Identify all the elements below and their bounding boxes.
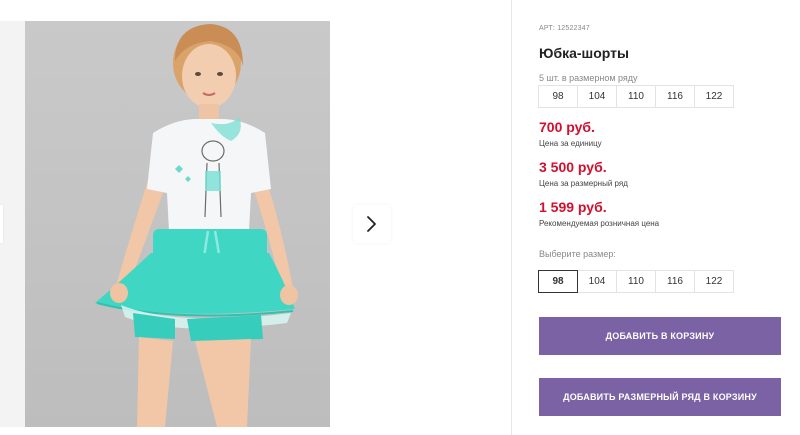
- article-number: АРТ: 12522347: [539, 25, 590, 32]
- product-gallery: [0, 0, 512, 435]
- size-option-116[interactable]: 116: [655, 270, 695, 293]
- add-pack-to-cart-button[interactable]: ДОБАВИТЬ РАЗМЕРНЫЙ РЯД В КОРЗИНУ: [539, 378, 781, 416]
- size-option-98[interactable]: 98: [538, 270, 578, 293]
- previous-image-peek: [0, 21, 25, 427]
- girl-in-skort-photo: [95, 24, 298, 427]
- retail-price: 1 599 руб.: [539, 199, 607, 215]
- size-option-104[interactable]: 104: [577, 270, 617, 293]
- pack-size-item: 98: [538, 85, 578, 108]
- size-select-label: Выберите размер:: [539, 249, 616, 259]
- product-photo: [25, 21, 330, 427]
- product-title: Юбка-шорты: [539, 45, 629, 61]
- unit-price-label: Цена за единицу: [539, 139, 602, 148]
- size-option-110[interactable]: 110: [616, 270, 656, 293]
- size-selector: 98 104 110 116 122: [538, 270, 734, 293]
- pack-price: 3 500 руб.: [539, 159, 607, 175]
- next-image-button[interactable]: [353, 205, 391, 243]
- pack-size-item: 110: [616, 85, 656, 108]
- unit-price: 700 руб.: [539, 119, 595, 135]
- pack-size-item: 116: [655, 85, 695, 108]
- pack-size-item: 104: [577, 85, 617, 108]
- add-to-cart-button[interactable]: ДОБАВИТЬ В КОРЗИНУ: [539, 317, 781, 355]
- column-divider: [511, 0, 512, 435]
- chevron-right-icon: [367, 216, 376, 232]
- pack-sizes-list: 98 104 110 116 122: [538, 85, 734, 108]
- previous-arrow-button[interactable]: [0, 205, 3, 243]
- size-option-122[interactable]: 122: [694, 270, 734, 293]
- pack-price-label: Цена за размерный ряд: [539, 179, 628, 188]
- pack-size-item: 122: [694, 85, 734, 108]
- retail-price-label: Рекомендуемая розничная цена: [539, 219, 660, 228]
- pack-size-note: 5 шт. в размерном ряду: [539, 73, 638, 83]
